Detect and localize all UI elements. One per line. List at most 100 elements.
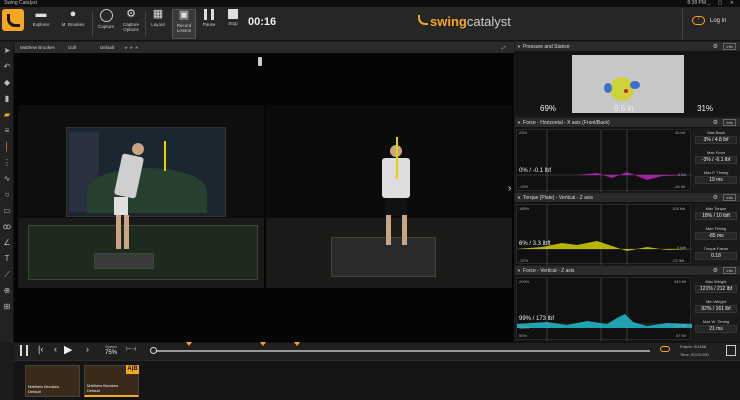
- timeline-marker[interactable]: [294, 342, 300, 346]
- app-logo-icon[interactable]: [2, 9, 24, 31]
- alignment-line: [396, 137, 398, 179]
- line-weight-icon[interactable]: ≡: [2, 126, 12, 136]
- force-horizontal-header[interactable]: ▼ Force - Horizontal - X axis (Front/Bac…: [515, 118, 740, 128]
- capture-icon: [99, 9, 113, 22]
- prev-frame-icon[interactable]: ‹: [54, 344, 57, 354]
- toolbar-divider: [682, 9, 683, 39]
- window-controls[interactable]: _ ▢ ✕: [708, 0, 737, 7]
- rating-stars[interactable]: ★ ★ ★: [124, 42, 139, 53]
- force-horizontal-graph[interactable]: [516, 129, 692, 192]
- fullscreen-icon[interactable]: [20, 345, 28, 356]
- stop-button[interactable]: Stop: [224, 9, 242, 39]
- play-icon[interactable]: ▶: [64, 343, 72, 356]
- user-icon: ●: [69, 8, 77, 20]
- force-vertical-plot: [517, 278, 692, 341]
- torque-value: 6% / 3.3 lbft: [519, 241, 551, 247]
- collapse-icon[interactable]: ▼: [517, 118, 521, 128]
- info-button[interactable]: Info: [723, 43, 736, 50]
- force-vertical-graph[interactable]: [516, 277, 692, 341]
- eraser-icon[interactable]: ◆: [2, 78, 12, 88]
- dotted-line-icon[interactable]: ⋮: [2, 158, 12, 168]
- brand-logo: swingcatalyst: [430, 14, 511, 29]
- force-horizontal-value: 0% / -0.1 lbf: [519, 168, 552, 174]
- torque-graph[interactable]: [516, 204, 692, 265]
- preset-select[interactable]: Default: [100, 42, 114, 53]
- metric-max-front: Max Front -3% / -6.1 lbf: [695, 150, 737, 164]
- session-thumbnail[interactable]: Matthew Brookes Default: [25, 365, 80, 397]
- frame-counter: Frame: 0/1456: [680, 344, 707, 349]
- capture-button[interactable]: Capture: [96, 9, 116, 39]
- title-bar: Swing Catalyst 8:38 PM _ ▢ ✕: [0, 0, 740, 7]
- drawing-tools: ➤ ↶ ◆ ▮ ▰ ≡ │ ⋮ ∿ ○ ▭ ꝏ ∠ T ⟋ ⊕ ⊞: [0, 42, 14, 342]
- collapse-icon[interactable]: ▼: [517, 42, 521, 52]
- toolbar-divider: [92, 11, 93, 37]
- marker-icon[interactable]: [258, 57, 262, 66]
- force-vertical-header[interactable]: ▼ Force - Vertical - Z axis ⚙ Info: [515, 266, 740, 276]
- trim-icon[interactable]: ⊢⊣: [126, 346, 136, 353]
- explorer-button[interactable]: ▬ Explorer: [30, 9, 52, 39]
- pressure-panel-header[interactable]: ▼ Pressure and Stance ⚙ Info: [515, 42, 740, 52]
- speed-value[interactable]: 75%: [105, 350, 117, 356]
- cloud-icon[interactable]: ↑: [692, 16, 705, 25]
- video-view-side[interactable]: [18, 105, 264, 288]
- ab-compare-badge[interactable]: A|B: [126, 365, 139, 374]
- window-title: Swing Catalyst: [4, 0, 38, 6]
- highlighter-icon[interactable]: ▰: [2, 110, 12, 120]
- expand-icon[interactable]: ⤢: [502, 42, 506, 53]
- circle-tool-icon[interactable]: ○: [2, 190, 12, 200]
- player-name[interactable]: Matthew Brookes: [20, 42, 55, 53]
- stop-icon: [228, 9, 238, 19]
- step-back-icon[interactable]: |‹: [38, 344, 43, 354]
- body-tool-icon[interactable]: ꝏ: [2, 222, 12, 232]
- next-view-icon[interactable]: ›: [508, 183, 511, 194]
- grid-tool-icon[interactable]: ⊞: [2, 302, 12, 312]
- text-tool-icon[interactable]: T: [2, 254, 12, 264]
- grid-icon: ▦: [152, 8, 164, 20]
- toolbar-divider: [145, 11, 146, 37]
- undo-icon[interactable]: ↶: [2, 62, 12, 72]
- record-icon: ▣: [178, 9, 190, 21]
- login-button[interactable]: Log in: [710, 18, 726, 24]
- gear-icon[interactable]: ⚙: [713, 42, 718, 52]
- loop-icon[interactable]: [660, 346, 670, 352]
- record-lesson-button[interactable]: ▣ Record Lesson: [172, 9, 196, 39]
- info-button[interactable]: Info: [723, 194, 736, 201]
- force-vertical-value: 99% / 173 lbf: [519, 316, 555, 322]
- info-button[interactable]: Info: [723, 119, 736, 126]
- collapse-icon[interactable]: ▼: [517, 193, 521, 203]
- stance-width: 9.5 in: [614, 104, 634, 113]
- video-view-front[interactable]: [266, 105, 512, 288]
- zoom-icon[interactable]: ⊕: [2, 286, 12, 296]
- info-button[interactable]: Info: [723, 267, 736, 274]
- metric-max-weight: Max Weight 121% / 212 lbf: [695, 279, 737, 293]
- pause-icon: [204, 9, 214, 20]
- pause-button[interactable]: Pause: [200, 9, 218, 39]
- trash-icon[interactable]: ▮: [2, 94, 12, 104]
- metric-max-back: Max Back 3% / 4.8 lbf: [695, 130, 737, 144]
- left-weight-pct: 69%: [540, 104, 557, 113]
- record-timer: 00:16: [248, 16, 277, 28]
- pointer-icon[interactable]: ➤: [2, 46, 12, 56]
- measure-icon[interactable]: ⟋: [2, 270, 12, 280]
- next-frame-icon[interactable]: ›: [86, 344, 89, 354]
- line-tool-icon[interactable]: │: [2, 142, 12, 152]
- book-icon[interactable]: [726, 345, 736, 356]
- metric-min-weight: Min Weight 92% / 161 lbf: [695, 299, 737, 313]
- freehand-icon[interactable]: ∿: [2, 174, 12, 184]
- rectangle-tool-icon[interactable]: ▭: [2, 206, 12, 216]
- timeline-marker[interactable]: [186, 342, 192, 346]
- gear-icon[interactable]: ⚙: [713, 193, 718, 203]
- capture-options-button[interactable]: ⚙ Capture Options: [120, 9, 142, 39]
- user-button[interactable]: ● M. Brookes: [58, 9, 88, 39]
- gear-icon[interactable]: ⚙: [713, 266, 718, 276]
- force-plate: [94, 253, 154, 269]
- timeline-scrubber[interactable]: [150, 347, 157, 354]
- collapse-icon[interactable]: ▼: [517, 266, 521, 276]
- angle-tool-icon[interactable]: ∠: [2, 238, 12, 248]
- timeline-marker[interactable]: [260, 342, 266, 346]
- sport-select[interactable]: Golf: [68, 42, 76, 53]
- torque-header[interactable]: ▼ Torque (Plate) - Vertical - Z axis ⚙ I…: [515, 193, 740, 203]
- layout-button[interactable]: ▦ Layout: [148, 9, 168, 39]
- timeline-track[interactable]: [155, 350, 650, 352]
- gear-icon[interactable]: ⚙: [713, 118, 718, 128]
